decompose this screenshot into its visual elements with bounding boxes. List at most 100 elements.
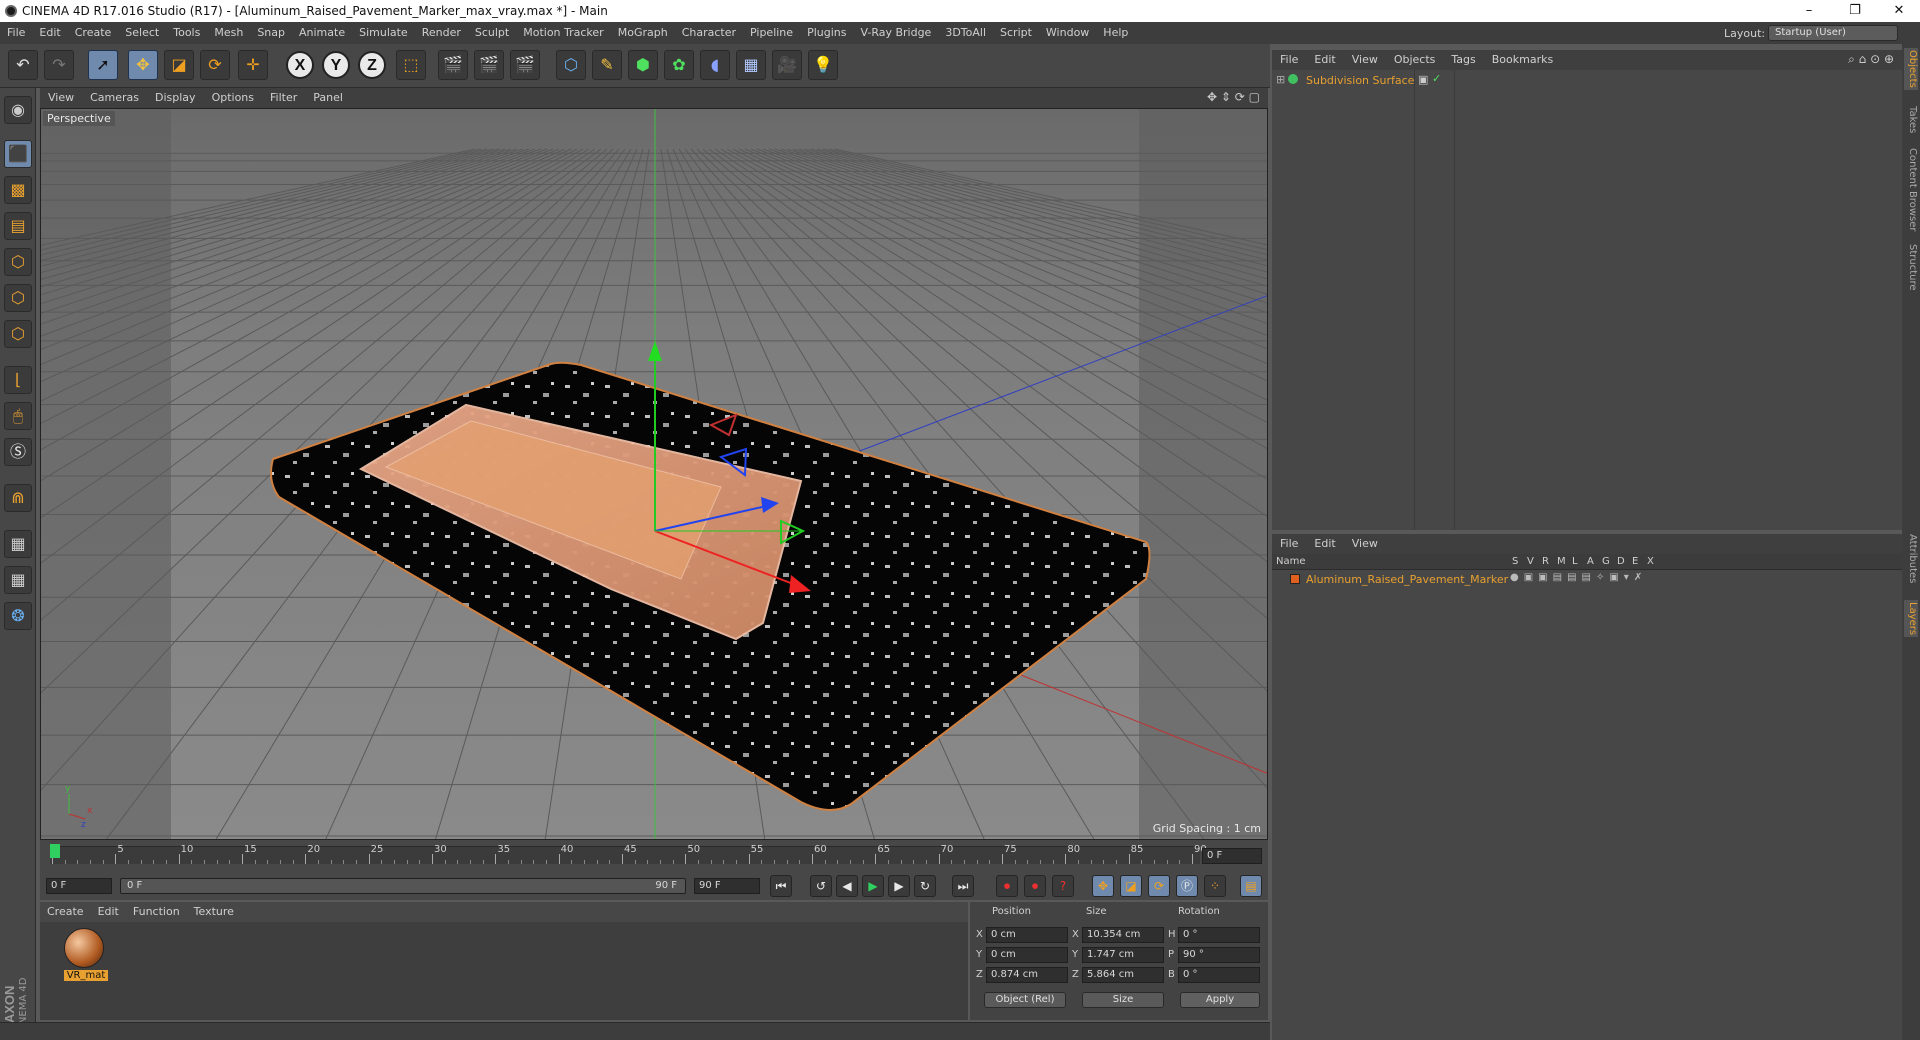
perspective-viewport[interactable]: y x z Perspective Grid Spacing : 1 cm: [40, 108, 1268, 840]
record-scale-icon[interactable]: ◪: [1120, 875, 1142, 897]
rot-p-field[interactable]: 90 °: [1178, 947, 1260, 963]
menu-edit[interactable]: Edit: [32, 22, 67, 44]
tab-takes[interactable]: Takes: [1904, 106, 1918, 133]
menu-mesh[interactable]: Mesh: [207, 22, 250, 44]
objects-menu-file[interactable]: File: [1272, 50, 1306, 70]
expand-icon[interactable]: ⊞: [1276, 73, 1285, 86]
render-picture-viewer-icon[interactable]: 🎬: [474, 50, 504, 80]
size-x-field[interactable]: 10.354 cm: [1082, 927, 1164, 943]
tab-structure[interactable]: Structure: [1904, 244, 1918, 291]
tab-objects[interactable]: Objects: [1904, 48, 1918, 90]
next-key-icon[interactable]: ↻: [914, 875, 936, 897]
timeline-playhead[interactable]: [50, 844, 60, 858]
restore-button[interactable]: ❐: [1832, 0, 1878, 22]
menu-plugins[interactable]: Plugins: [800, 22, 853, 44]
size-z-field[interactable]: 5.864 cm: [1082, 967, 1164, 983]
layers-menu-view[interactable]: View: [1344, 534, 1386, 554]
menu-mograph[interactable]: MoGraph: [611, 22, 675, 44]
tab-layers[interactable]: Layers: [1904, 600, 1918, 638]
objects-menu-bookmarks[interactable]: Bookmarks: [1484, 50, 1561, 70]
viewport-menu-view[interactable]: View: [40, 88, 82, 108]
pos-z-field[interactable]: 0.874 cm: [986, 967, 1068, 983]
last-tool-icon[interactable]: ✛: [238, 50, 268, 80]
keyframe-selection-icon[interactable]: ?: [1052, 875, 1074, 897]
pos-x-field[interactable]: 0 cm: [986, 927, 1068, 943]
workplane-lock-icon[interactable]: ▦: [4, 530, 32, 558]
cloner-icon[interactable]: ✿: [664, 50, 694, 80]
menu-3dtoall[interactable]: 3DToAll: [938, 22, 993, 44]
rotate-tool-icon[interactable]: ⟳: [200, 50, 230, 80]
visibility-toggle-icon[interactable]: ▣: [1418, 73, 1428, 86]
floor-icon[interactable]: ▦: [736, 50, 766, 80]
workplane-mode-icon[interactable]: ▤: [4, 212, 32, 240]
layer-col-expressions[interactable]: E: [1632, 556, 1638, 567]
rot-h-field[interactable]: 0 °: [1178, 927, 1260, 943]
layer-col-manager[interactable]: M: [1557, 556, 1566, 567]
autokeying-icon[interactable]: ⏺: [1024, 875, 1046, 897]
record-active-objects-icon[interactable]: ⏺: [996, 875, 1018, 897]
render-view-icon[interactable]: 🎬: [438, 50, 468, 80]
current-frame-field[interactable]: 0 F: [1202, 848, 1262, 864]
next-frame-icon[interactable]: ▶: [888, 875, 910, 897]
menu-script[interactable]: Script: [993, 22, 1039, 44]
workplane-grid-icon[interactable]: ▦: [4, 566, 32, 594]
solo-mode-icon[interactable]: Ⓢ: [4, 438, 32, 466]
menu-vray-bridge[interactable]: V-Ray Bridge: [853, 22, 938, 44]
material-menu-edit[interactable]: Edit: [91, 902, 126, 922]
layer-row[interactable]: Aluminum_Raised_Pavement_Marker ●▣▣▤▤▤✧▣…: [1272, 571, 1902, 587]
timeline-window-icon[interactable]: ▤: [1240, 875, 1262, 897]
size-mode-dropdown[interactable]: Size: [1082, 992, 1164, 1008]
viewport-menu-cameras[interactable]: Cameras: [82, 88, 147, 108]
python-icon[interactable]: ❂: [4, 602, 32, 630]
close-button[interactable]: ✕: [1876, 0, 1920, 22]
rot-b-field[interactable]: 0 °: [1178, 967, 1260, 983]
deformer-icon[interactable]: ◖: [700, 50, 730, 80]
layers-menu-edit[interactable]: Edit: [1306, 534, 1343, 554]
layer-col-generators[interactable]: G: [1602, 556, 1610, 567]
make-editable-icon[interactable]: ◉: [4, 96, 32, 124]
edit-render-settings-icon[interactable]: 🎬: [510, 50, 540, 80]
tweak-mode-icon[interactable]: 🖱: [4, 402, 32, 430]
layer-col-render[interactable]: R: [1542, 556, 1549, 567]
viewport-menu-panel[interactable]: Panel: [305, 88, 351, 108]
object-manager-search-home-icons[interactable]: ⌕ ⌂ ⊙ ⊕: [1848, 52, 1894, 67]
objects-menu-objects[interactable]: Objects: [1386, 50, 1444, 70]
coordinate-mode-dropdown[interactable]: Object (Rel): [984, 992, 1066, 1008]
play-icon[interactable]: ▶: [862, 875, 884, 897]
cube-object-icon[interactable]: ⬡: [556, 50, 586, 80]
minimize-button[interactable]: –: [1786, 0, 1832, 22]
material-menu-create[interactable]: Create: [40, 902, 91, 922]
tab-content-browser[interactable]: Content Browser: [1904, 148, 1918, 231]
menu-window[interactable]: Window: [1039, 22, 1096, 44]
previous-frame-icon[interactable]: ◀: [836, 875, 858, 897]
layer-col-view[interactable]: V: [1527, 556, 1534, 567]
undo-icon[interactable]: ↶: [8, 50, 38, 80]
layer-col-locked[interactable]: L: [1572, 556, 1578, 567]
timeline-end-field[interactable]: 90 F: [694, 878, 760, 894]
layout-dropdown[interactable]: Startup (User): [1768, 25, 1898, 41]
timeline-range-slider[interactable]: 0 F 90 F: [120, 878, 686, 894]
viewport-menu-display[interactable]: Display: [147, 88, 204, 108]
object-manager-list[interactable]: ⊞ Subdivision Surface ▣ ✓: [1272, 70, 1902, 530]
record-parameter-icon[interactable]: Ⓟ: [1176, 875, 1198, 897]
layer-col-deformers[interactable]: D: [1617, 556, 1625, 567]
objects-menu-edit[interactable]: Edit: [1306, 50, 1343, 70]
menu-sculpt[interactable]: Sculpt: [468, 22, 516, 44]
polygons-mode-icon[interactable]: ⬡: [4, 320, 32, 348]
previous-key-icon[interactable]: ↺: [810, 875, 832, 897]
lock-z-axis-button[interactable]: Z: [358, 51, 386, 79]
menu-animate[interactable]: Animate: [292, 22, 352, 44]
size-y-field[interactable]: 1.747 cm: [1082, 947, 1164, 963]
layer-color-swatch[interactable]: [1290, 574, 1300, 584]
objects-menu-tags[interactable]: Tags: [1443, 50, 1483, 70]
menu-file[interactable]: File: [0, 22, 32, 44]
lock-x-axis-button[interactable]: X: [286, 51, 314, 79]
layer-manager-list[interactable]: Name S V R M L A G D E X Aluminum_Raised…: [1272, 554, 1902, 1040]
timeline-start-field[interactable]: 0 F: [46, 878, 112, 894]
light-icon[interactable]: 💡: [808, 50, 838, 80]
texture-mode-icon[interactable]: ▩: [4, 176, 32, 204]
axis-mode-icon[interactable]: ⌊: [4, 366, 32, 394]
material-menu-texture[interactable]: Texture: [187, 902, 241, 922]
points-mode-icon[interactable]: ⬡: [4, 248, 32, 276]
material-vr-mat[interactable]: VR_mat: [64, 928, 108, 986]
